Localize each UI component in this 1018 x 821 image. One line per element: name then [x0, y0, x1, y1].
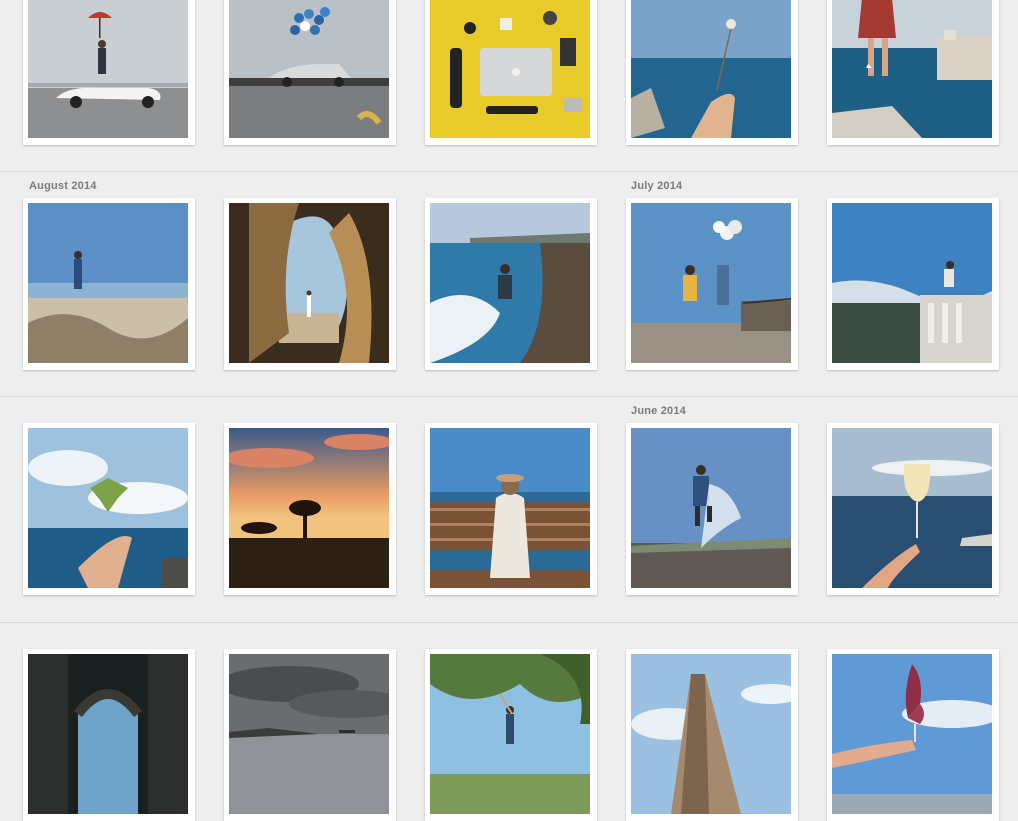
photo-thumbnail [430, 203, 590, 363]
row-divider [0, 171, 1018, 172]
section-label-june-2014: June 2014 [631, 405, 687, 417]
row-divider [0, 396, 1018, 397]
photo-tile[interactable] [425, 198, 597, 370]
photo-thumbnail [832, 654, 992, 814]
photo-thumbnail [631, 0, 791, 138]
photo-thumbnail [28, 203, 188, 363]
photo-thumbnail [28, 654, 188, 814]
photo-thumbnail [430, 654, 590, 814]
photo-tile[interactable] [224, 198, 396, 370]
photo-thumbnail [832, 203, 992, 363]
photo-tile[interactable] [23, 0, 195, 145]
photo-tile[interactable] [224, 423, 396, 595]
photo-tile[interactable] [224, 0, 396, 145]
photo-thumbnail [28, 0, 188, 138]
photo-tile[interactable] [626, 423, 798, 595]
photo-tile[interactable] [626, 649, 798, 821]
photo-thumbnail [229, 654, 389, 814]
photo-tile[interactable] [626, 198, 798, 370]
photo-tile[interactable] [827, 423, 999, 595]
photo-tile[interactable] [425, 649, 597, 821]
photo-tile[interactable] [827, 0, 999, 145]
photo-thumbnail [229, 203, 389, 363]
photo-thumbnail [832, 0, 992, 138]
photo-thumbnail [832, 428, 992, 588]
row-divider [0, 622, 1018, 623]
photo-thumbnail [631, 654, 791, 814]
photo-tile[interactable] [23, 423, 195, 595]
photo-tile[interactable] [23, 198, 195, 370]
photo-tile[interactable] [425, 423, 597, 595]
section-label-july-2014: July 2014 [631, 180, 683, 192]
section-label-august-2014: August 2014 [29, 180, 97, 192]
photo-tile[interactable] [23, 649, 195, 821]
photo-tile[interactable] [425, 0, 597, 145]
photo-thumbnail [430, 428, 590, 588]
photo-thumbnail [229, 428, 389, 588]
photo-tile[interactable] [626, 0, 798, 145]
photo-thumbnail [631, 203, 791, 363]
photo-thumbnail [631, 428, 791, 588]
photo-tile[interactable] [827, 198, 999, 370]
photo-tile[interactable] [224, 649, 396, 821]
photo-thumbnail [430, 0, 590, 138]
photo-tile[interactable] [827, 649, 999, 821]
photo-thumbnail [229, 0, 389, 138]
photo-thumbnail [28, 428, 188, 588]
